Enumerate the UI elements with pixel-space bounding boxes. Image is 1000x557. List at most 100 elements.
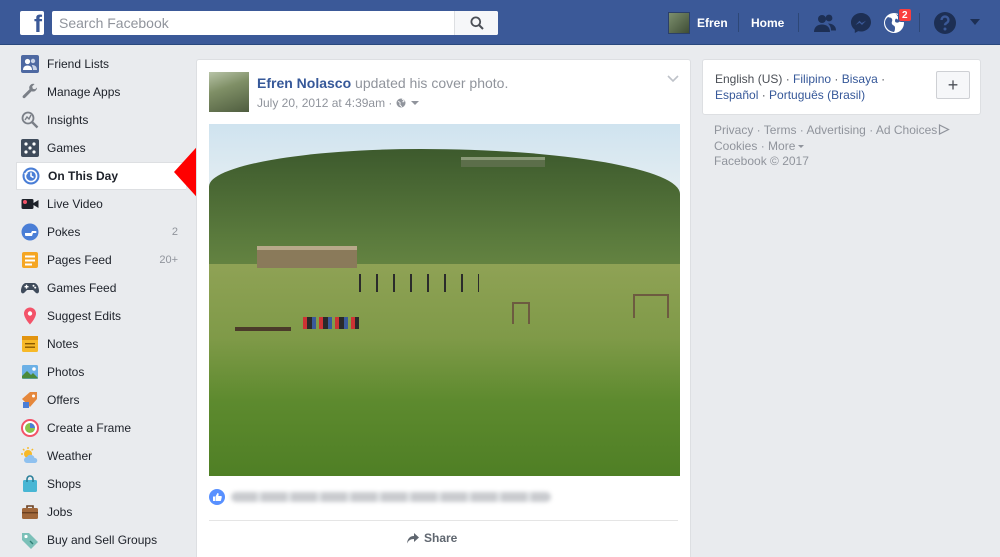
friend-requests-icon[interactable] [813, 11, 837, 35]
sidebar-item-pages-feed[interactable]: Pages Feed 20+ [16, 246, 186, 274]
search-button[interactable] [454, 11, 498, 35]
sidebar-item-label: Create a Frame [47, 421, 132, 435]
more-chevron-down-icon[interactable] [797, 142, 805, 150]
photo-field [209, 264, 680, 476]
sidebar-item-label: Pokes [47, 225, 81, 239]
language-list: English (US) · Filipino · Bisaya · Españ… [715, 72, 886, 102]
meta-separator: · [385, 96, 396, 110]
sidebar-item-photos[interactable]: Photos [16, 358, 186, 386]
sidebar-item-label: Shops [47, 477, 82, 491]
sidebar-item-friend-lists[interactable]: Friend Lists [16, 50, 186, 78]
share-arrow-icon [407, 532, 419, 543]
briefcase-icon [20, 502, 40, 522]
sidebar-item-label: Weather [47, 449, 93, 463]
sidebar-item-label: Games [47, 141, 86, 155]
games-icon [20, 138, 40, 158]
sidebar-item-weather[interactable]: Weather [16, 442, 186, 470]
sidebar-item-buy-and-sell-groups[interactable]: Buy and Sell Groups [16, 526, 186, 554]
sidebar-item-label: Pages Feed [47, 253, 112, 267]
sidebar-item-on-this-day[interactable]: On This Day [16, 162, 186, 190]
language-link[interactable]: Filipino [793, 72, 831, 86]
ad-choices-icon[interactable] [938, 124, 951, 135]
offers-icon [20, 390, 40, 410]
post-author-link[interactable]: Efren Nolasco [257, 75, 351, 91]
sidebar-item-label: Suggest Edits [47, 309, 122, 323]
sidebar-item-label: Offers [47, 393, 80, 407]
sidebar-item-offers[interactable]: Offers [16, 386, 186, 414]
likes-names-blurred [231, 492, 551, 502]
frame-icon [20, 418, 40, 438]
facebook-logo[interactable]: f [20, 11, 44, 37]
profile-name: Efren [697, 16, 728, 30]
search-bar [52, 11, 498, 35]
tag-icon [20, 530, 40, 550]
copyright: Facebook © 2017 [714, 154, 809, 168]
notification-badge: 2 [898, 8, 912, 22]
sidebar-item-games[interactable]: Games [16, 134, 186, 162]
sidebar-item-notes[interactable]: Notes [16, 330, 186, 358]
language-current[interactable]: English (US) [715, 72, 782, 86]
search-icon [470, 16, 484, 30]
footer-link-terms[interactable]: Terms [764, 123, 797, 137]
globe-privacy-icon[interactable] [396, 98, 406, 108]
sidebar-item-label: Manage Apps [47, 85, 121, 99]
share-label: Share [424, 531, 458, 545]
post-author-avatar[interactable] [209, 72, 249, 112]
sidebar-item-label: On This Day [48, 169, 119, 183]
sidebar-item-suggest-edits[interactable]: Suggest Edits [16, 302, 186, 330]
language-link[interactable]: Português (Brasil) [769, 88, 865, 102]
footer-link-cookies[interactable]: Cookies [714, 139, 757, 153]
share-button[interactable]: Share [407, 531, 457, 545]
footer-link-ad-choices[interactable]: Ad Choices [876, 123, 937, 137]
add-language-button[interactable]: + [936, 71, 970, 99]
messenger-icon[interactable] [849, 11, 873, 35]
nav-divider [919, 13, 920, 32]
language-link[interactable]: Bisaya [842, 72, 878, 86]
sidebar-item-label: Live Video [47, 197, 103, 211]
sidebar-item-create-a-frame[interactable]: Create a Frame [16, 414, 186, 442]
sidebar-item-label: Jobs [47, 505, 73, 519]
home-link[interactable]: Home [751, 16, 784, 30]
feed-post: Efren Nolasco updated his cover photo. J… [196, 59, 691, 557]
help-icon[interactable] [933, 11, 957, 35]
sidebar-item-manage-apps[interactable]: Manage Apps [16, 78, 186, 106]
sidebar-item-pokes[interactable]: Pokes 2 [16, 218, 186, 246]
pokes-count: 2 [171, 226, 178, 238]
sidebar-item-label: Notes [47, 337, 79, 351]
map-pin-icon [20, 306, 40, 326]
shopping-bag-icon [20, 474, 40, 494]
footer-links: Privacy · Terms · Advertising · Ad Choic… [714, 122, 974, 154]
footer-link-more[interactable]: More [768, 139, 795, 153]
video-camera-icon [20, 194, 40, 214]
language-box: English (US) · Filipino · Bisaya · Españ… [702, 59, 981, 115]
profile-link[interactable]: Efren [668, 12, 728, 34]
nav-divider [798, 13, 799, 32]
sidebar-item-insights[interactable]: Insights [16, 106, 186, 134]
post-timestamp[interactable]: July 20, 2012 at 4:39am [257, 96, 385, 110]
photo-shelter [257, 246, 357, 268]
post-cover-photo[interactable] [209, 124, 680, 476]
sidebar-item-label: Insights [47, 113, 89, 127]
search-input[interactable] [52, 11, 452, 35]
sidebar-item-label: Games Feed [47, 281, 117, 295]
gamepad-icon [20, 278, 40, 298]
footer-link-privacy[interactable]: Privacy [714, 123, 753, 137]
post-action-text: updated his cover photo. [351, 75, 509, 91]
sidebar-item-live-video[interactable]: Live Video [16, 190, 186, 218]
friend-lists-icon [20, 54, 40, 74]
footer-link-advertising[interactable]: Advertising [806, 123, 865, 137]
sidebar-item-games-feed[interactable]: Games Feed [16, 274, 186, 302]
likes-summary[interactable] [209, 488, 551, 506]
weather-icon [20, 446, 40, 466]
sidebar-item-shops[interactable]: Shops [16, 470, 186, 498]
account-menu-chevron-down-icon[interactable] [970, 19, 980, 25]
avatar [668, 12, 690, 34]
language-link[interactable]: Español [715, 88, 758, 102]
sidebar-item-jobs[interactable]: Jobs [16, 498, 186, 526]
notes-icon [20, 334, 40, 354]
chevron-down-icon[interactable] [409, 98, 421, 108]
post-options-chevron-icon[interactable] [666, 74, 680, 84]
pages-feed-icon [20, 250, 40, 270]
sidebar-item-label: Photos [47, 365, 85, 379]
photo-bench [235, 327, 291, 331]
